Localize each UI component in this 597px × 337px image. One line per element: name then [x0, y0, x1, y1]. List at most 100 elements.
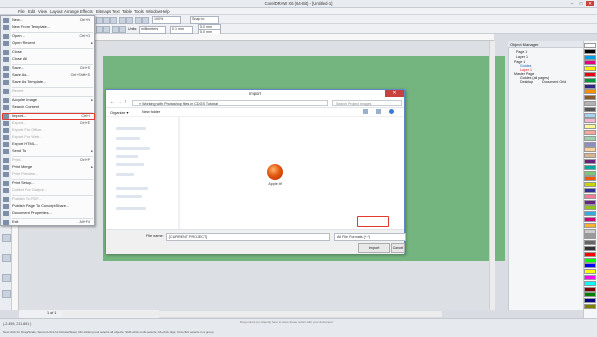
- color-swatch[interactable]: [584, 130, 596, 135]
- portrait-icon[interactable]: [96, 26, 103, 33]
- color-swatch[interactable]: [584, 286, 596, 292]
- color-swatch[interactable]: [584, 101, 596, 106]
- color-swatch[interactable]: [584, 43, 596, 48]
- menu-help[interactable]: Help: [161, 9, 170, 14]
- landscape-icon[interactable]: [103, 26, 110, 33]
- menu-table[interactable]: Table: [122, 9, 132, 14]
- save-icon[interactable]: [110, 17, 117, 24]
- navigation-pane[interactable]: [106, 117, 178, 229]
- menu-tools[interactable]: Tools: [134, 9, 144, 14]
- file-menu-item[interactable]: Save... Ctrl+S: [3, 65, 94, 71]
- vertical-scrollbar[interactable]: [489, 41, 495, 310]
- color-swatch[interactable]: [584, 199, 596, 205]
- zoom-level-select[interactable]: 100%: [152, 16, 181, 24]
- export-icon[interactable]: [142, 17, 149, 24]
- color-swatch[interactable]: [584, 147, 596, 153]
- menu-window[interactable]: Window: [146, 9, 161, 14]
- file-menu-item[interactable]: Document Properties...: [3, 210, 94, 216]
- color-swatch[interactable]: [584, 217, 596, 222]
- color-swatch[interactable]: [584, 228, 596, 234]
- current-page-icon[interactable]: [119, 26, 126, 33]
- file-menu-item[interactable]: Publish To PDF...: [3, 196, 94, 202]
- close-button[interactable]: ✕: [586, 1, 594, 6]
- menu-edit[interactable]: Edit: [28, 9, 35, 14]
- undo-icon[interactable]: [119, 17, 126, 24]
- file-menu-item[interactable]: Export... Ctrl+E: [3, 120, 94, 126]
- color-swatch[interactable]: [584, 304, 596, 309]
- color-swatch[interactable]: [584, 240, 596, 246]
- file-menu-item[interactable]: Search Content: [3, 104, 94, 110]
- minimize-button[interactable]: –: [568, 1, 576, 6]
- color-swatch[interactable]: [584, 205, 596, 211]
- object-tree-item[interactable]: Document Grid: [542, 80, 566, 84]
- color-swatch[interactable]: [584, 269, 596, 275]
- file-menu-item[interactable]: Export For Office...: [3, 127, 94, 133]
- units-select[interactable]: millimeters: [139, 26, 166, 34]
- file-menu-item[interactable]: Publish Page To ConceptShare...: [3, 203, 94, 209]
- file-menu-item[interactable]: Open... Ctrl+O: [3, 33, 94, 39]
- organize-button[interactable]: Organize ▾: [110, 110, 128, 115]
- open-icon[interactable]: [103, 17, 110, 24]
- menu-arrange[interactable]: Arrange: [64, 9, 79, 14]
- nudge-distance-field[interactable]: 0.1 mm: [170, 26, 193, 34]
- color-swatch[interactable]: [584, 83, 596, 89]
- color-swatch[interactable]: [584, 112, 596, 118]
- color-swatch[interactable]: [584, 188, 596, 193]
- color-swatch[interactable]: [584, 141, 596, 147]
- connector-tool-icon[interactable]: [2, 254, 11, 262]
- file-menu-item[interactable]: Collect For Output...: [3, 187, 94, 193]
- color-swatch[interactable]: [584, 193, 596, 199]
- color-swatch[interactable]: [584, 176, 596, 182]
- file-menu-item[interactable]: New... Ctrl+N: [3, 17, 94, 23]
- color-swatch[interactable]: [584, 89, 596, 95]
- menu-bitmaps[interactable]: Bitmaps: [96, 9, 111, 14]
- redo-icon[interactable]: [126, 17, 133, 24]
- file-menu-item[interactable]: New From Template...: [3, 24, 94, 30]
- dimension-tool-icon[interactable]: [2, 234, 11, 242]
- object-tree-item[interactable]: Desktop: [520, 80, 533, 84]
- file-name-input[interactable]: [CURRENT PROJECT]: [166, 233, 330, 241]
- color-swatch[interactable]: [584, 60, 596, 66]
- menu-effects[interactable]: Effects: [80, 9, 93, 14]
- color-swatch[interactable]: [584, 257, 596, 263]
- file-menu-item[interactable]: Save As... Ctrl+Shift+S: [3, 72, 94, 78]
- address-breadcrumb[interactable]: « Working with Photoshop files in CDGS T…: [132, 100, 328, 106]
- color-swatch[interactable]: [584, 263, 596, 269]
- new-folder-button[interactable]: New folder: [142, 110, 160, 114]
- search-input[interactable]: Search Project Images: [332, 100, 402, 106]
- file-menu-item[interactable]: Export For Web...: [3, 134, 94, 140]
- file-menu-item[interactable]: Print Setup...: [3, 180, 94, 186]
- back-arrow-icon[interactable]: ←: [110, 99, 115, 105]
- file-menu-item[interactable]: Close All: [3, 56, 94, 62]
- color-swatch[interactable]: [584, 280, 596, 286]
- color-swatch[interactable]: [584, 251, 596, 257]
- color-swatch[interactable]: [584, 118, 596, 124]
- file-list-pane[interactable]: Apple.tif: [180, 117, 404, 229]
- file-type-select[interactable]: All File Formats (*.*): [334, 233, 406, 241]
- color-swatch[interactable]: [584, 222, 596, 228]
- color-swatch[interactable]: [584, 106, 596, 112]
- help-icon[interactable]: [389, 109, 394, 114]
- color-swatch[interactable]: [584, 54, 596, 60]
- color-swatch[interactable]: [584, 77, 596, 83]
- menu-layout[interactable]: Layout: [50, 9, 63, 14]
- color-swatch[interactable]: [584, 234, 596, 240]
- file-menu-item[interactable]: Close: [3, 49, 94, 55]
- color-swatch[interactable]: [584, 246, 596, 251]
- color-swatch[interactable]: [584, 182, 596, 188]
- color-swatch[interactable]: [584, 170, 596, 176]
- color-swatch[interactable]: [584, 48, 596, 54]
- import-button[interactable]: Import: [358, 243, 390, 253]
- new-icon[interactable]: [96, 17, 103, 24]
- eyedropper-tool-icon[interactable]: [2, 274, 11, 282]
- object-tree-item[interactable]: Page 1: [516, 50, 527, 54]
- preview-pane-icon[interactable]: [376, 109, 381, 114]
- fill-tool-icon[interactable]: [2, 290, 11, 298]
- file-name-label[interactable]: Apple.tif: [260, 182, 290, 187]
- color-swatch[interactable]: [584, 275, 596, 280]
- menu-view[interactable]: View: [38, 9, 47, 14]
- dialog-close-button[interactable]: ✕: [385, 90, 404, 97]
- file-menu-item[interactable]: Print Preview...: [3, 171, 94, 177]
- file-menu-item[interactable]: Export HTML...: [3, 141, 94, 147]
- apple-image-icon[interactable]: [267, 164, 283, 180]
